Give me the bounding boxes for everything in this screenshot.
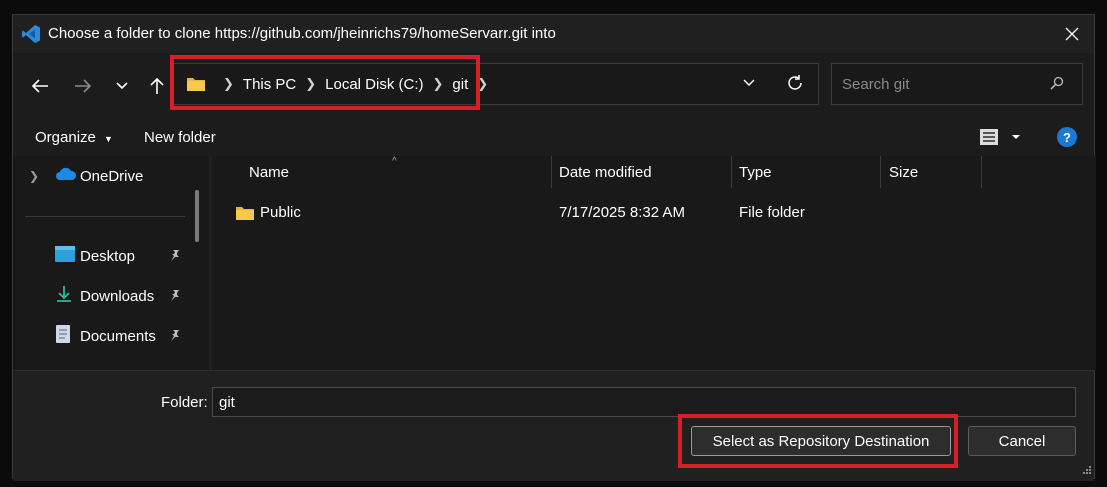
sidebar-item-partial[interactable] [13, 360, 209, 370]
back-button[interactable] [27, 73, 53, 99]
command-bar: Organize ▼ New folder ? [13, 119, 1094, 156]
column-divider[interactable] [551, 156, 552, 188]
file-date: 7/17/2025 8:32 AM [559, 204, 685, 221]
file-list: ^ Name Date modified Type Size Public 7/… [212, 156, 1096, 370]
address-dropdown-button[interactable] [742, 76, 756, 94]
column-header-name[interactable]: Name [249, 156, 289, 188]
sidebar-item-downloads[interactable]: Downloads [13, 280, 209, 312]
column-divider[interactable] [880, 156, 881, 188]
sidebar-item-label: Documents [80, 327, 156, 345]
organize-menu[interactable]: Organize ▼ [35, 129, 113, 146]
search-placeholder: Search git [842, 76, 910, 93]
highlight-box-select-button [678, 414, 958, 468]
close-button[interactable] [1050, 15, 1094, 53]
folder-field[interactable]: git [212, 387, 1076, 417]
column-divider[interactable] [731, 156, 732, 188]
pin-icon [169, 288, 181, 305]
pin-icon [169, 328, 181, 345]
refresh-icon [788, 75, 802, 90]
column-header-date[interactable]: Date modified [559, 156, 652, 188]
title-bar: Choose a folder to clone https://github.… [13, 15, 1094, 53]
forward-button[interactable] [70, 73, 96, 99]
arrow-right-icon [75, 79, 92, 93]
arrow-up-icon [150, 77, 164, 94]
recent-locations-button[interactable] [109, 73, 135, 99]
column-header-size[interactable]: Size [889, 156, 918, 188]
search-input[interactable]: Search git [831, 63, 1083, 105]
document-icon [55, 325, 71, 347]
highlight-box-breadcrumb [170, 55, 480, 110]
vscode-icon [21, 24, 41, 44]
caret-down-icon: ▼ [104, 134, 113, 144]
view-options-button[interactable] [978, 127, 1022, 151]
file-name[interactable]: Public [260, 204, 301, 221]
dialog-title: Choose a folder to clone https://github.… [48, 25, 556, 42]
arrow-left-icon [31, 79, 48, 93]
refresh-button[interactable] [786, 74, 804, 96]
divider [25, 216, 185, 217]
cancel-button[interactable]: Cancel [968, 426, 1076, 456]
pin-icon [169, 248, 181, 265]
folder-field-value: git [219, 393, 235, 411]
sidebar-item-onedrive[interactable]: ❯ OneDrive [13, 160, 209, 192]
chevron-down-icon [743, 79, 755, 87]
new-folder-button[interactable]: New folder [144, 129, 216, 146]
sidebar-item-label: Desktop [80, 247, 136, 265]
column-divider[interactable] [981, 156, 982, 188]
folder-label: Folder: [161, 394, 208, 411]
cloud-icon [55, 167, 77, 185]
scrollbar[interactable] [195, 190, 199, 242]
close-icon [1065, 27, 1079, 41]
chevron-down-icon [116, 82, 128, 90]
sidebar-item-label: OneDrive [80, 167, 144, 185]
chevron-right-icon[interactable]: ❯ [29, 169, 39, 183]
resize-grip-icon[interactable] [1082, 462, 1092, 479]
search-icon [1050, 76, 1064, 94]
details-view-icon [980, 129, 1020, 145]
up-button[interactable] [144, 73, 170, 99]
column-header-type[interactable]: Type [739, 156, 772, 188]
download-icon [55, 285, 73, 307]
file-type: File folder [739, 204, 805, 221]
organize-label: Organize [35, 129, 96, 146]
navigation-pane: ❯ OneDrive Desktop Downloads Documents [13, 156, 209, 370]
sidebar-item-desktop[interactable]: Desktop [13, 240, 209, 272]
desktop-icon [55, 246, 75, 266]
sort-ascending-icon: ^ [392, 156, 397, 167]
sidebar-item-label: Downloads [80, 287, 155, 305]
folder-icon [235, 205, 255, 225]
help-icon[interactable]: ? [1057, 127, 1077, 147]
sidebar-item-documents[interactable]: Documents [13, 320, 209, 352]
